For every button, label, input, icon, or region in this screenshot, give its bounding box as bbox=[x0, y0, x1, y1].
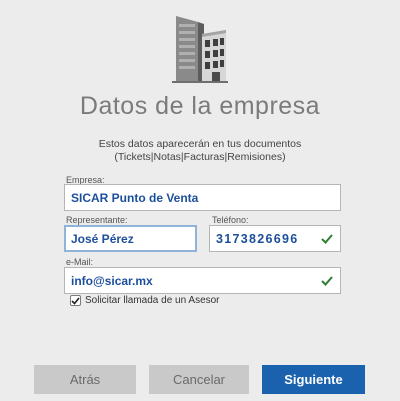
page-title: Datos de la empresa bbox=[79, 92, 321, 120]
representante-value: José Pérez bbox=[71, 231, 134, 246]
empresa-field[interactable]: SICAR Punto de Venta bbox=[64, 184, 341, 211]
telefono-valid-check-icon bbox=[318, 233, 336, 244]
company-building-logo bbox=[168, 12, 230, 84]
email-label: e-Mail: bbox=[66, 257, 94, 267]
solicitar-asesor-checkbox[interactable] bbox=[70, 295, 81, 306]
back-button[interactable]: Atrás bbox=[34, 365, 136, 394]
solicitar-asesor-label: Solicitar llamada de un Asesor bbox=[85, 295, 220, 306]
representante-field[interactable]: José Pérez bbox=[64, 225, 197, 252]
telefono-field[interactable]: 3173826696 bbox=[209, 225, 341, 252]
email-value: info@sicar.mx bbox=[71, 273, 153, 288]
telefono-value: 3173826696 bbox=[216, 231, 299, 246]
next-button[interactable]: Siguiente bbox=[262, 365, 365, 394]
subtitle-line-1: Estos datos aparecerán en tus documentos bbox=[98, 138, 302, 150]
cancel-button[interactable]: Cancelar bbox=[149, 365, 249, 394]
subtitle-line-2: (Tickets|Notas|Facturas|Remisiones) bbox=[114, 151, 286, 163]
email-valid-check-icon bbox=[318, 275, 336, 286]
telefono-label: Teléfono: bbox=[212, 215, 249, 225]
solicitar-asesor-row[interactable]: Solicitar llamada de un Asesor bbox=[70, 295, 220, 306]
page-subtitle: Estos datos aparecerán en tus documentos… bbox=[0, 138, 400, 164]
email-field[interactable]: info@sicar.mx bbox=[64, 267, 341, 294]
representante-label: Representante: bbox=[66, 215, 128, 225]
empresa-value: SICAR Punto de Venta bbox=[71, 190, 199, 205]
